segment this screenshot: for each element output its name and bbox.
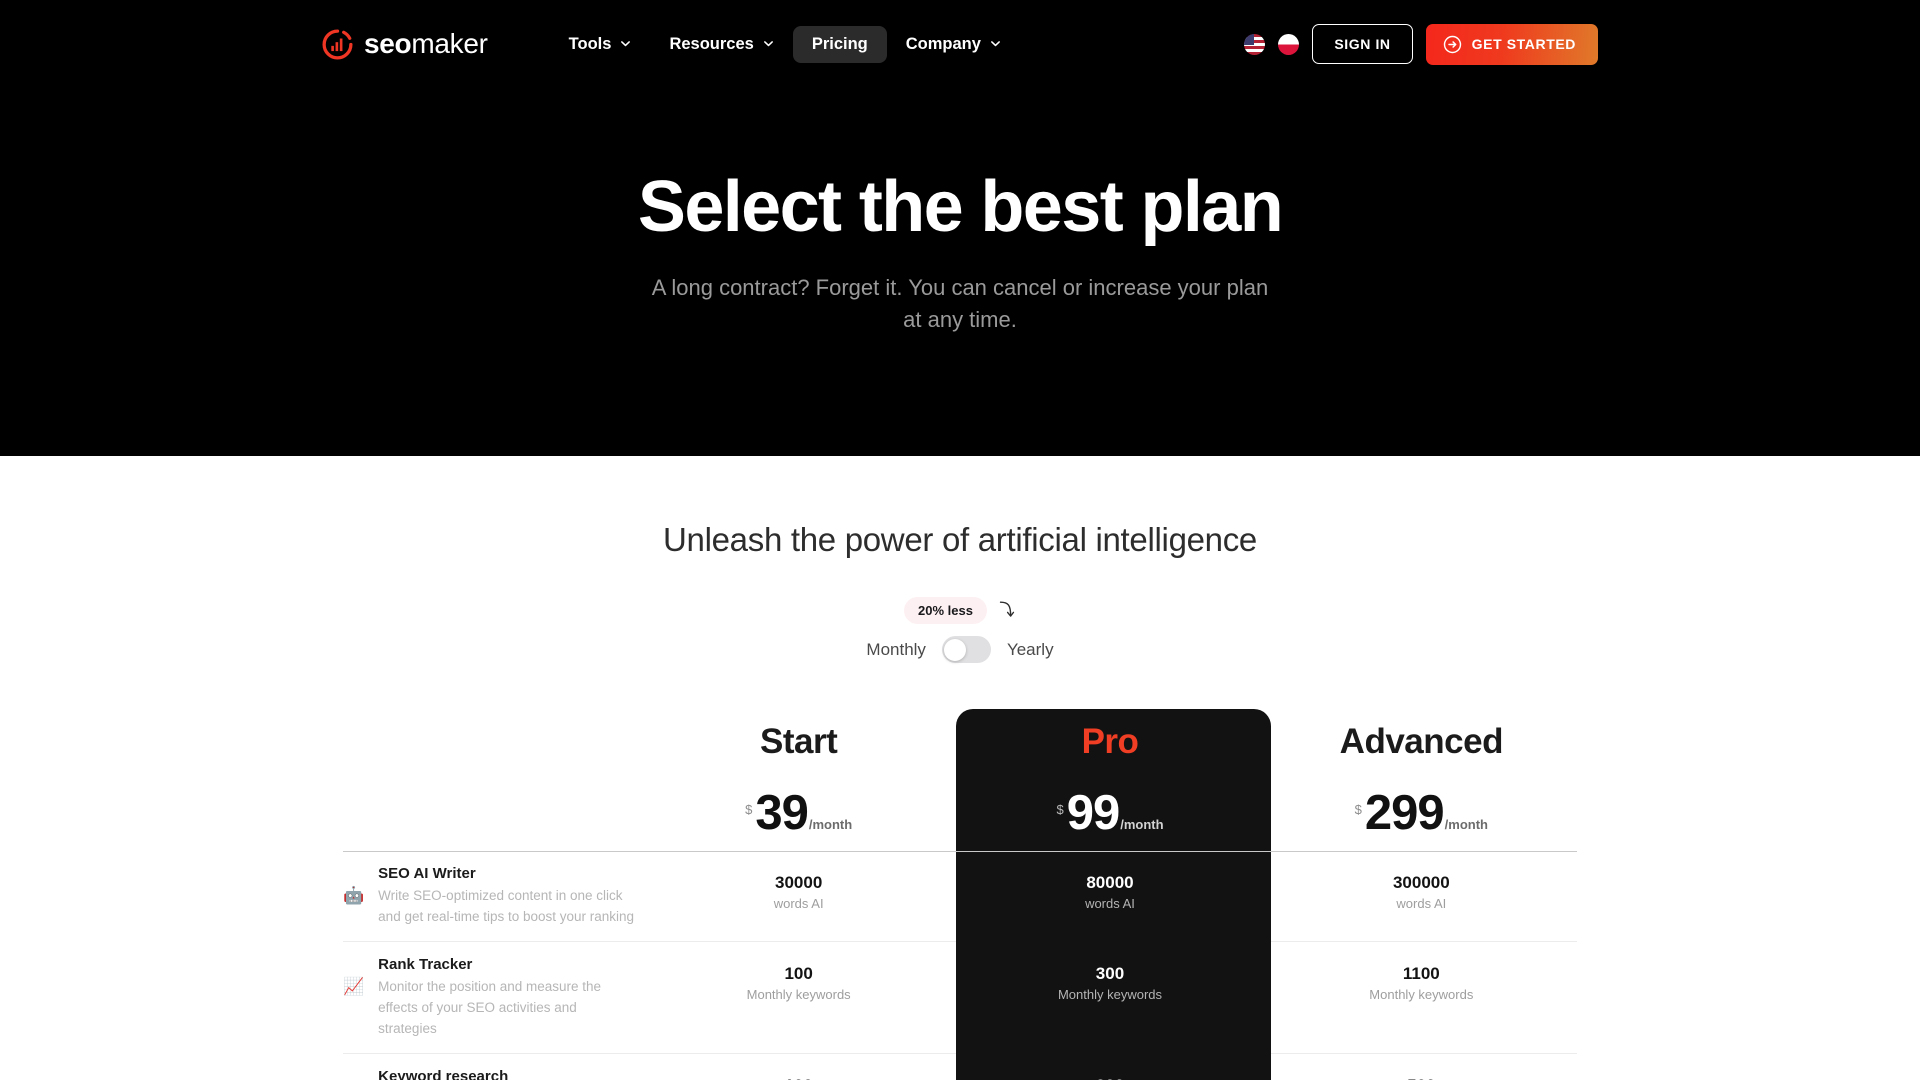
nav-item-tools[interactable]: Tools (550, 26, 651, 63)
pricing-table: Start $ 39 /month Pro $ 99 /month Advanc… (343, 709, 1577, 1080)
site-header: seomaker Tools Resources Pricing Company (0, 0, 1920, 88)
feature-description: Monitor the position and measure the eff… (378, 978, 602, 1036)
feature-description: Write SEO-optimized content in one click… (378, 888, 635, 924)
chevron-down-icon (990, 38, 1001, 49)
plan-price-pro: $ 99 /month (954, 789, 1265, 838)
get-started-label: GET STARTED (1471, 36, 1576, 52)
plan-name-pro: Pro (1081, 722, 1139, 761)
value-unit: Monthly keywords (746, 986, 851, 1002)
value-number: 100 (784, 963, 813, 983)
price-period: /month (1444, 817, 1488, 832)
chevron-down-icon (763, 38, 774, 49)
logo-text-light: maker (411, 28, 488, 59)
feature-value-pro: 300 Monthly keywords (954, 942, 1265, 1016)
hero-section: Select the best plan A long contract? Fo… (0, 88, 1920, 456)
feature-value-pro: 200 Monthly requests (954, 1054, 1265, 1080)
price-period: /month (1120, 817, 1164, 832)
value-unit: words AI (1396, 896, 1447, 911)
feature-title: Rank Tracker (378, 955, 473, 973)
feature-cell: 📈 Rank Tracker Monitor the position and … (343, 942, 643, 1054)
value-number: 100 (649, 1076, 948, 1080)
billing-period-toggle-row: Monthly Yearly (0, 636, 1920, 663)
pricing-section: Unleash the power of artificial intellig… (0, 456, 1920, 1080)
nav-item-pricing[interactable]: Pricing (792, 25, 887, 63)
value-number: 300000 (1392, 873, 1450, 892)
discount-badge-row: 20% less (0, 596, 1920, 624)
hero-subtitle: A long contract? Forget it. You can canc… (651, 274, 1269, 333)
plan-name-start: Start (760, 722, 838, 761)
plan-price-advanced: $ 299 /month (1266, 789, 1577, 838)
billing-monthly-label[interactable]: Monthly (866, 640, 926, 660)
nav-item-company[interactable]: Company (887, 26, 1020, 63)
nav-label-company: Company (905, 34, 981, 53)
feature-value-start: 30000 words AI (643, 851, 954, 925)
value-number: 300 (1095, 963, 1125, 983)
billing-yearly-label[interactable]: Yearly (1007, 640, 1054, 660)
price-amount: 39 (755, 786, 809, 840)
plan-header-pro[interactable]: Pro $ 99 /month (954, 709, 1265, 851)
get-started-button[interactable]: GET STARTED (1425, 23, 1598, 65)
english-flag-icon[interactable] (1244, 33, 1266, 55)
value-unit: words AI (1085, 896, 1135, 911)
sign-in-button[interactable]: SIGN IN (1312, 24, 1413, 64)
price-period: /month (808, 817, 853, 832)
plan-price-start: $ 39 /month (643, 789, 954, 838)
pricing-table-header: Start $ 39 /month Pro $ 99 /month Advanc… (343, 709, 1577, 851)
price-amount: 99 (1066, 786, 1121, 840)
main-navigation: Tools Resources Pricing Company (550, 25, 1020, 63)
feature-column-header-spacer (343, 709, 643, 851)
value-number: 200 (960, 1076, 1259, 1080)
logo-text: seomaker (364, 30, 488, 58)
logo-text-bold: seo (364, 28, 412, 59)
value-number: 1100 (1402, 963, 1440, 983)
feature-value-advanced: 300000 words AI (1266, 851, 1577, 925)
feature-cell: 🤖 SEO AI Writer Write SEO-optimized cont… (343, 851, 643, 942)
table-row: 🔍 Keyword research Find related keywords… (343, 1054, 1577, 1080)
feature-value-pro: 80000 words AI (954, 851, 1265, 925)
nav-label-resources: Resources (669, 34, 754, 53)
value-number: 500 (1272, 1076, 1571, 1080)
feature-title: SEO AI Writer (378, 865, 476, 882)
value-unit: Monthly keywords (1369, 986, 1474, 1002)
value-number: 30000 (775, 873, 823, 892)
nav-item-resources[interactable]: Resources (650, 26, 792, 63)
header-actions: SIGN IN GET STARTED (1244, 23, 1598, 65)
feature-value-advanced: 500 Monthly requests (1266, 1054, 1577, 1080)
feature-value-start: 100 Monthly keywords (643, 942, 954, 1016)
chart-increasing-icon: 📈 (343, 976, 365, 996)
logo[interactable]: seomaker (322, 28, 488, 60)
pricing-feature-rows: 🤖 SEO AI Writer Write SEO-optimized cont… (343, 851, 1577, 1080)
value-number: 80000 (1086, 873, 1134, 892)
currency-symbol: $ (1056, 802, 1064, 817)
nav-label-pricing: Pricing (811, 34, 868, 53)
value-unit: Monthly keywords (1057, 986, 1163, 1002)
billing-period-switch[interactable] (941, 636, 991, 663)
currency-symbol: $ (745, 802, 753, 817)
robot-icon: 🤖 (343, 886, 365, 905)
chevron-down-icon (620, 38, 631, 49)
feature-value-start: 100 Monthly requests (643, 1054, 954, 1080)
feature-title: Keyword research (378, 1067, 509, 1080)
discount-badge: 20% less (904, 596, 987, 624)
switch-knob (944, 638, 967, 661)
value-unit: words AI (773, 896, 824, 911)
nav-label-tools: Tools (568, 34, 612, 53)
page-title: Select the best plan (637, 167, 1284, 247)
curved-arrow-down-icon (997, 599, 1016, 621)
pricing-section-title: Unleash the power of artificial intellig… (663, 521, 1257, 558)
table-row: 📈 Rank Tracker Monitor the position and … (343, 942, 1577, 1054)
table-row: 🤖 SEO AI Writer Write SEO-optimized cont… (343, 851, 1577, 942)
plan-name-advanced: Advanced (1339, 722, 1504, 761)
price-amount: 299 (1364, 786, 1445, 840)
seomaker-logo-icon (322, 28, 353, 60)
plan-header-advanced[interactable]: Advanced $ 299 /month (1266, 709, 1577, 851)
plan-header-start[interactable]: Start $ 39 /month (643, 709, 954, 851)
feature-cell: 🔍 Keyword research Find related keywords… (343, 1054, 643, 1080)
arrow-right-circle-icon (1443, 35, 1462, 54)
magnifying-glass-icon: 🔍 (343, 1068, 364, 1080)
feature-value-advanced: 1100 Monthly keywords (1266, 942, 1577, 1016)
polish-flag-icon[interactable] (1278, 33, 1300, 55)
currency-symbol: $ (1354, 802, 1362, 817)
